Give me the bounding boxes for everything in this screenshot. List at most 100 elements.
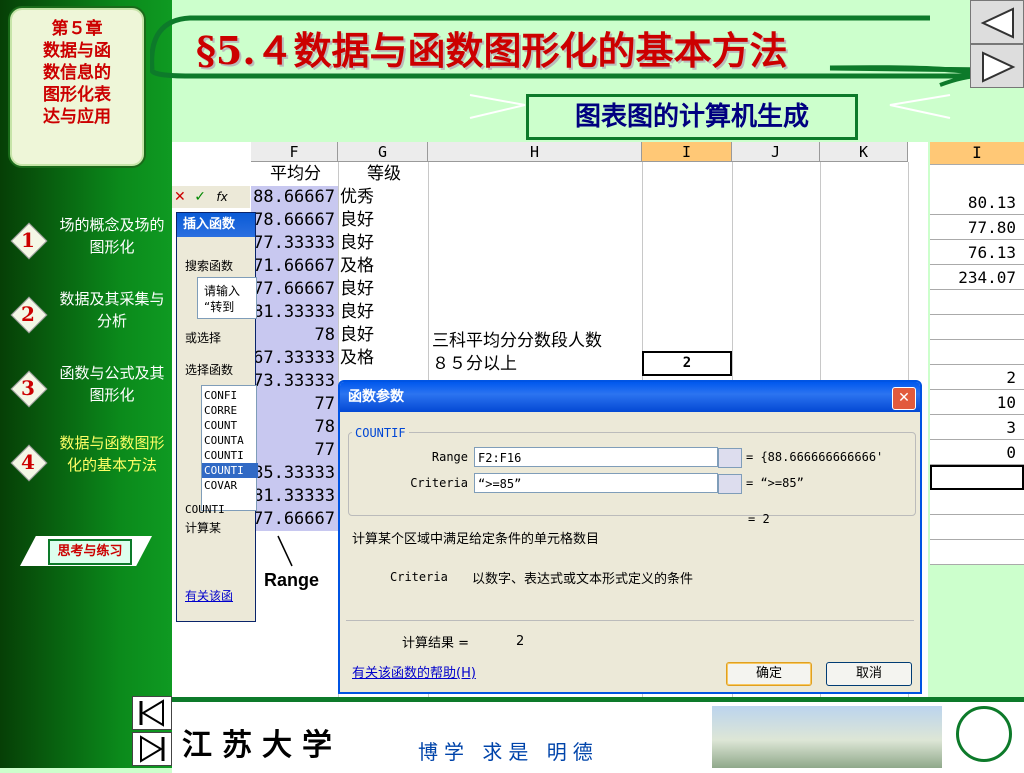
- cell-f[interactable]: 78: [251, 416, 338, 439]
- cell-f[interactable]: 78: [251, 324, 338, 347]
- chapter-box: 第５章 数据与函 数信息的 图形化表 达与应用: [8, 6, 146, 168]
- list-item[interactable]: COUNT: [204, 418, 237, 433]
- right-cell[interactable]: [930, 315, 1024, 340]
- close-button[interactable]: ✕: [892, 387, 916, 410]
- nav-item-3[interactable]: 3 函数与公式及其图形化: [8, 362, 172, 422]
- right-cell[interactable]: 234.07: [930, 265, 1024, 290]
- search-function-label: 搜索函数: [185, 259, 234, 273]
- cell-f[interactable]: 81.33333: [251, 301, 338, 324]
- right-column-cells: I 80.13 77.80 76.13 234.07 2 10 3 0: [930, 142, 1024, 565]
- right-cell[interactable]: [930, 490, 1024, 515]
- right-cell[interactable]: 76.13: [930, 240, 1024, 265]
- triangle-right-icon: [982, 51, 1016, 83]
- cell-h-label[interactable]: 三科平均分分数段人数: [430, 330, 640, 353]
- cell-f[interactable]: 85.33333: [251, 462, 338, 485]
- right-cell[interactable]: [930, 340, 1024, 365]
- cancel-icon[interactable]: ✕: [174, 189, 186, 205]
- list-item[interactable]: CONFI: [204, 388, 237, 403]
- criteria-collapse-button[interactable]: [718, 474, 742, 494]
- ok-button[interactable]: 确定: [726, 662, 812, 686]
- list-item[interactable]: COUNTA: [204, 433, 244, 448]
- function-help-link[interactable]: 有关该函数的帮助(H): [352, 662, 476, 681]
- range-input[interactable]: F2:F16: [474, 447, 718, 467]
- column-header-i-right[interactable]: I: [930, 142, 1024, 165]
- footer-banner: 江苏大学 博学 求是 明德: [172, 697, 1024, 773]
- column-header-f[interactable]: F: [251, 142, 338, 162]
- cell-f[interactable]: 78.66667: [251, 209, 338, 232]
- fx-icon[interactable]: fx: [216, 190, 227, 204]
- right-cell[interactable]: 77.80: [930, 215, 1024, 240]
- cell-f[interactable]: 77.66667: [251, 508, 338, 531]
- cell-f[interactable]: 77: [251, 393, 338, 416]
- selected-cell-i[interactable]: 2: [642, 351, 732, 376]
- chapter-line: 数据与函: [43, 41, 111, 61]
- search-function-input[interactable]: 请输入 “转到: [197, 277, 257, 319]
- cell-f[interactable]: 77.33333: [251, 232, 338, 255]
- right-cell[interactable]: [930, 515, 1024, 540]
- function-list[interactable]: CONFI CORRE COUNT COUNTA COUNTI COUNTI C…: [201, 385, 258, 511]
- list-item[interactable]: COUNTI: [204, 448, 244, 463]
- cell-header-grade[interactable]: 等级: [338, 163, 428, 186]
- criteria-input[interactable]: “>=85”: [474, 473, 718, 493]
- think-button-label: 思考与练习: [48, 539, 132, 565]
- function-description: 计算某: [185, 521, 222, 535]
- cell-g[interactable]: 良好: [338, 301, 428, 324]
- column-header-i[interactable]: I: [642, 142, 732, 162]
- right-cell[interactable]: 3: [930, 415, 1024, 440]
- cell-header-avg[interactable]: 平均分: [251, 163, 338, 186]
- cell-g[interactable]: 良好: [338, 278, 428, 301]
- right-cell[interactable]: 80.13: [930, 190, 1024, 215]
- function-description: 计算某个区域中满足给定条件的单元格数目: [352, 532, 600, 547]
- right-cell[interactable]: 0: [930, 440, 1024, 465]
- criteria-arg-label: Criteria: [410, 476, 468, 490]
- nav-label: 场的概念及场的图形化: [59, 216, 165, 256]
- prev-slide-button[interactable]: [970, 0, 1024, 44]
- list-item[interactable]: COVAR: [204, 478, 237, 493]
- confirm-icon[interactable]: ✓: [194, 189, 206, 205]
- chapter-line: 达与应用: [43, 107, 111, 127]
- cell-g[interactable]: 及格: [338, 347, 428, 370]
- cell-g[interactable]: 优秀: [338, 186, 428, 209]
- column-header-k[interactable]: K: [820, 142, 908, 162]
- university-name: 江苏大学: [182, 728, 342, 763]
- arg-desc-name: Criteria: [390, 570, 448, 584]
- column-header-g[interactable]: G: [338, 142, 428, 162]
- range-pointer-line: [277, 535, 293, 567]
- cell-g[interactable]: 良好: [338, 209, 428, 232]
- cell-f[interactable]: 81.33333: [251, 485, 338, 508]
- cell-g[interactable]: 及格: [338, 255, 428, 278]
- cell-f[interactable]: 77: [251, 439, 338, 462]
- or-select-label: 或选择: [185, 331, 222, 345]
- cell-g[interactable]: 良好: [338, 232, 428, 255]
- university-motto: 博学 求是 明德: [418, 740, 599, 764]
- range-preview: = {88.666666666666': [746, 450, 884, 464]
- nav-item-4[interactable]: 4 数据与函数图形化的基本方法: [8, 432, 172, 492]
- last-slide-button[interactable]: [132, 732, 172, 766]
- cell-f[interactable]: 67.33333: [251, 347, 338, 370]
- cell-g[interactable]: 良好: [338, 324, 428, 347]
- cell-h-label[interactable]: ８５分以上: [430, 353, 640, 376]
- nav-label: 数据与函数图形化的基本方法: [59, 434, 165, 474]
- range-collapse-button[interactable]: [718, 448, 742, 468]
- cell-f[interactable]: 71.66667: [251, 255, 338, 278]
- nav-item-2[interactable]: 2 数据及其采集与分析: [8, 288, 172, 348]
- right-cell-selected[interactable]: [930, 465, 1024, 490]
- list-item[interactable]: CORRE: [204, 403, 237, 418]
- help-link[interactable]: 有关该函: [185, 587, 233, 604]
- cancel-button[interactable]: 取消: [826, 662, 912, 686]
- cell-f[interactable]: 88.66667: [251, 186, 338, 209]
- right-cell[interactable]: [930, 540, 1024, 565]
- right-cell[interactable]: 2: [930, 365, 1024, 390]
- cell-f[interactable]: 73.33333: [251, 370, 338, 393]
- column-header-h[interactable]: H: [428, 142, 642, 162]
- cell-f[interactable]: 77.66667: [251, 278, 338, 301]
- nav-item-1[interactable]: 1 场的概念及场的图形化: [8, 214, 172, 274]
- think-and-practice-button[interactable]: 思考与练习: [20, 536, 152, 566]
- first-slide-button[interactable]: [132, 696, 172, 730]
- right-cell[interactable]: [930, 290, 1024, 315]
- list-item-selected[interactable]: COUNTI: [202, 463, 258, 478]
- next-slide-button[interactable]: [970, 44, 1024, 88]
- column-header-j[interactable]: J: [732, 142, 820, 162]
- triangle-left-icon: [980, 7, 1014, 39]
- right-cell[interactable]: 10: [930, 390, 1024, 415]
